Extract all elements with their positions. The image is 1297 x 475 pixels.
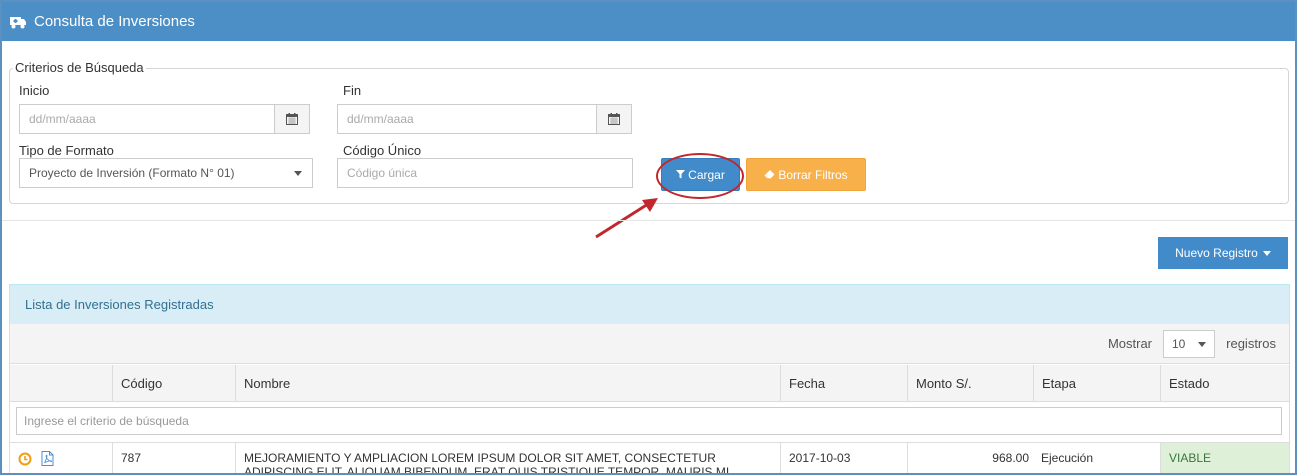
inicio-label: Inicio xyxy=(19,83,50,98)
column-header-estado[interactable]: Estado xyxy=(1160,365,1289,402)
inversiones-list-panel: Lista de Inversiones Registradas Mostrar… xyxy=(9,284,1290,473)
mostrar-label: Mostrar xyxy=(1107,336,1152,351)
page-size-select[interactable]: 10 xyxy=(1163,330,1215,358)
column-header-actions xyxy=(10,365,112,402)
list-toolbar: Mostrar 10 registros xyxy=(10,324,1289,364)
search-input[interactable]: Ingrese el criterio de búsqueda xyxy=(16,407,1282,435)
column-header-nombre[interactable]: Nombre xyxy=(235,365,780,402)
column-header-etapa[interactable]: Etapa xyxy=(1033,365,1160,402)
fin-label: Fin xyxy=(343,83,362,98)
window-header: Consulta de Inversiones xyxy=(2,2,1295,41)
tipo-formato-label: Tipo de Formato xyxy=(19,143,114,158)
tipo-formato-value: Proyecto de Inversión (Formato N° 01) xyxy=(29,166,235,180)
cell-nombre: MEJORAMIENTO Y AMPLIACION LOREM IPSUM DO… xyxy=(235,443,780,473)
eraser-icon xyxy=(764,170,775,179)
filter-row: Ingrese el criterio de búsqueda xyxy=(10,402,1289,442)
table-row: 787 MEJORAMIENTO Y AMPLIACION LOREM IPSU… xyxy=(10,442,1289,473)
cell-codigo: 787 xyxy=(112,443,235,473)
column-header-fecha[interactable]: Fecha xyxy=(780,365,907,402)
registros-label: registros xyxy=(1226,336,1276,351)
section-divider xyxy=(2,220,1295,221)
borrar-filtros-button[interactable]: Borrar Filtros xyxy=(746,158,866,191)
ambulance-icon xyxy=(10,16,26,28)
column-header-monto[interactable]: Monto S/. xyxy=(907,365,1033,402)
fin-calendar-button[interactable] xyxy=(596,104,632,134)
nuevo-registro-button[interactable]: Nuevo Registro xyxy=(1158,237,1288,269)
window-title: Consulta de Inversiones xyxy=(34,13,195,30)
page-size-value: 10 xyxy=(1172,337,1186,351)
clock-icon[interactable] xyxy=(18,452,32,466)
pdf-icon[interactable] xyxy=(41,451,54,467)
column-header-codigo[interactable]: Código xyxy=(112,365,235,402)
codigo-unico-label: Código Único xyxy=(343,143,422,158)
inicio-calendar-button[interactable] xyxy=(274,104,310,134)
calendar-icon xyxy=(286,113,298,125)
chevron-down-icon xyxy=(1262,250,1271,256)
tipo-formato-select[interactable]: Proyecto de Inversión (Formato N° 01) xyxy=(19,158,313,188)
calendar-icon xyxy=(608,113,620,125)
chevron-down-icon xyxy=(1198,342,1206,347)
chevron-down-icon xyxy=(294,171,302,176)
cell-etapa: Ejecución xyxy=(1041,451,1094,465)
cell-fecha: 2017-10-03 xyxy=(780,443,907,473)
search-criteria-legend: Criterios de Búsqueda xyxy=(13,60,146,75)
inicio-date-input[interactable]: dd/mm/aaaa xyxy=(19,104,275,134)
consulta-inversiones-window: Consulta de Inversiones Criterios de Bús… xyxy=(0,0,1297,475)
row-actions-cell xyxy=(10,443,112,473)
table-header: Código Nombre Fecha Monto S/. Etapa Esta… xyxy=(10,365,1289,402)
status-badge: VIABLE xyxy=(1160,443,1289,473)
nuevo-registro-label: Nuevo Registro xyxy=(1175,246,1258,260)
highlight-annotation-circle xyxy=(656,153,744,199)
codigo-unico-input[interactable]: Código única xyxy=(337,158,633,188)
list-panel-title: Lista de Inversiones Registradas xyxy=(10,285,1289,324)
borrar-filtros-label: Borrar Filtros xyxy=(778,167,848,182)
annotation-arrow-icon xyxy=(595,198,658,239)
fin-date-input[interactable]: dd/mm/aaaa xyxy=(337,104,597,134)
